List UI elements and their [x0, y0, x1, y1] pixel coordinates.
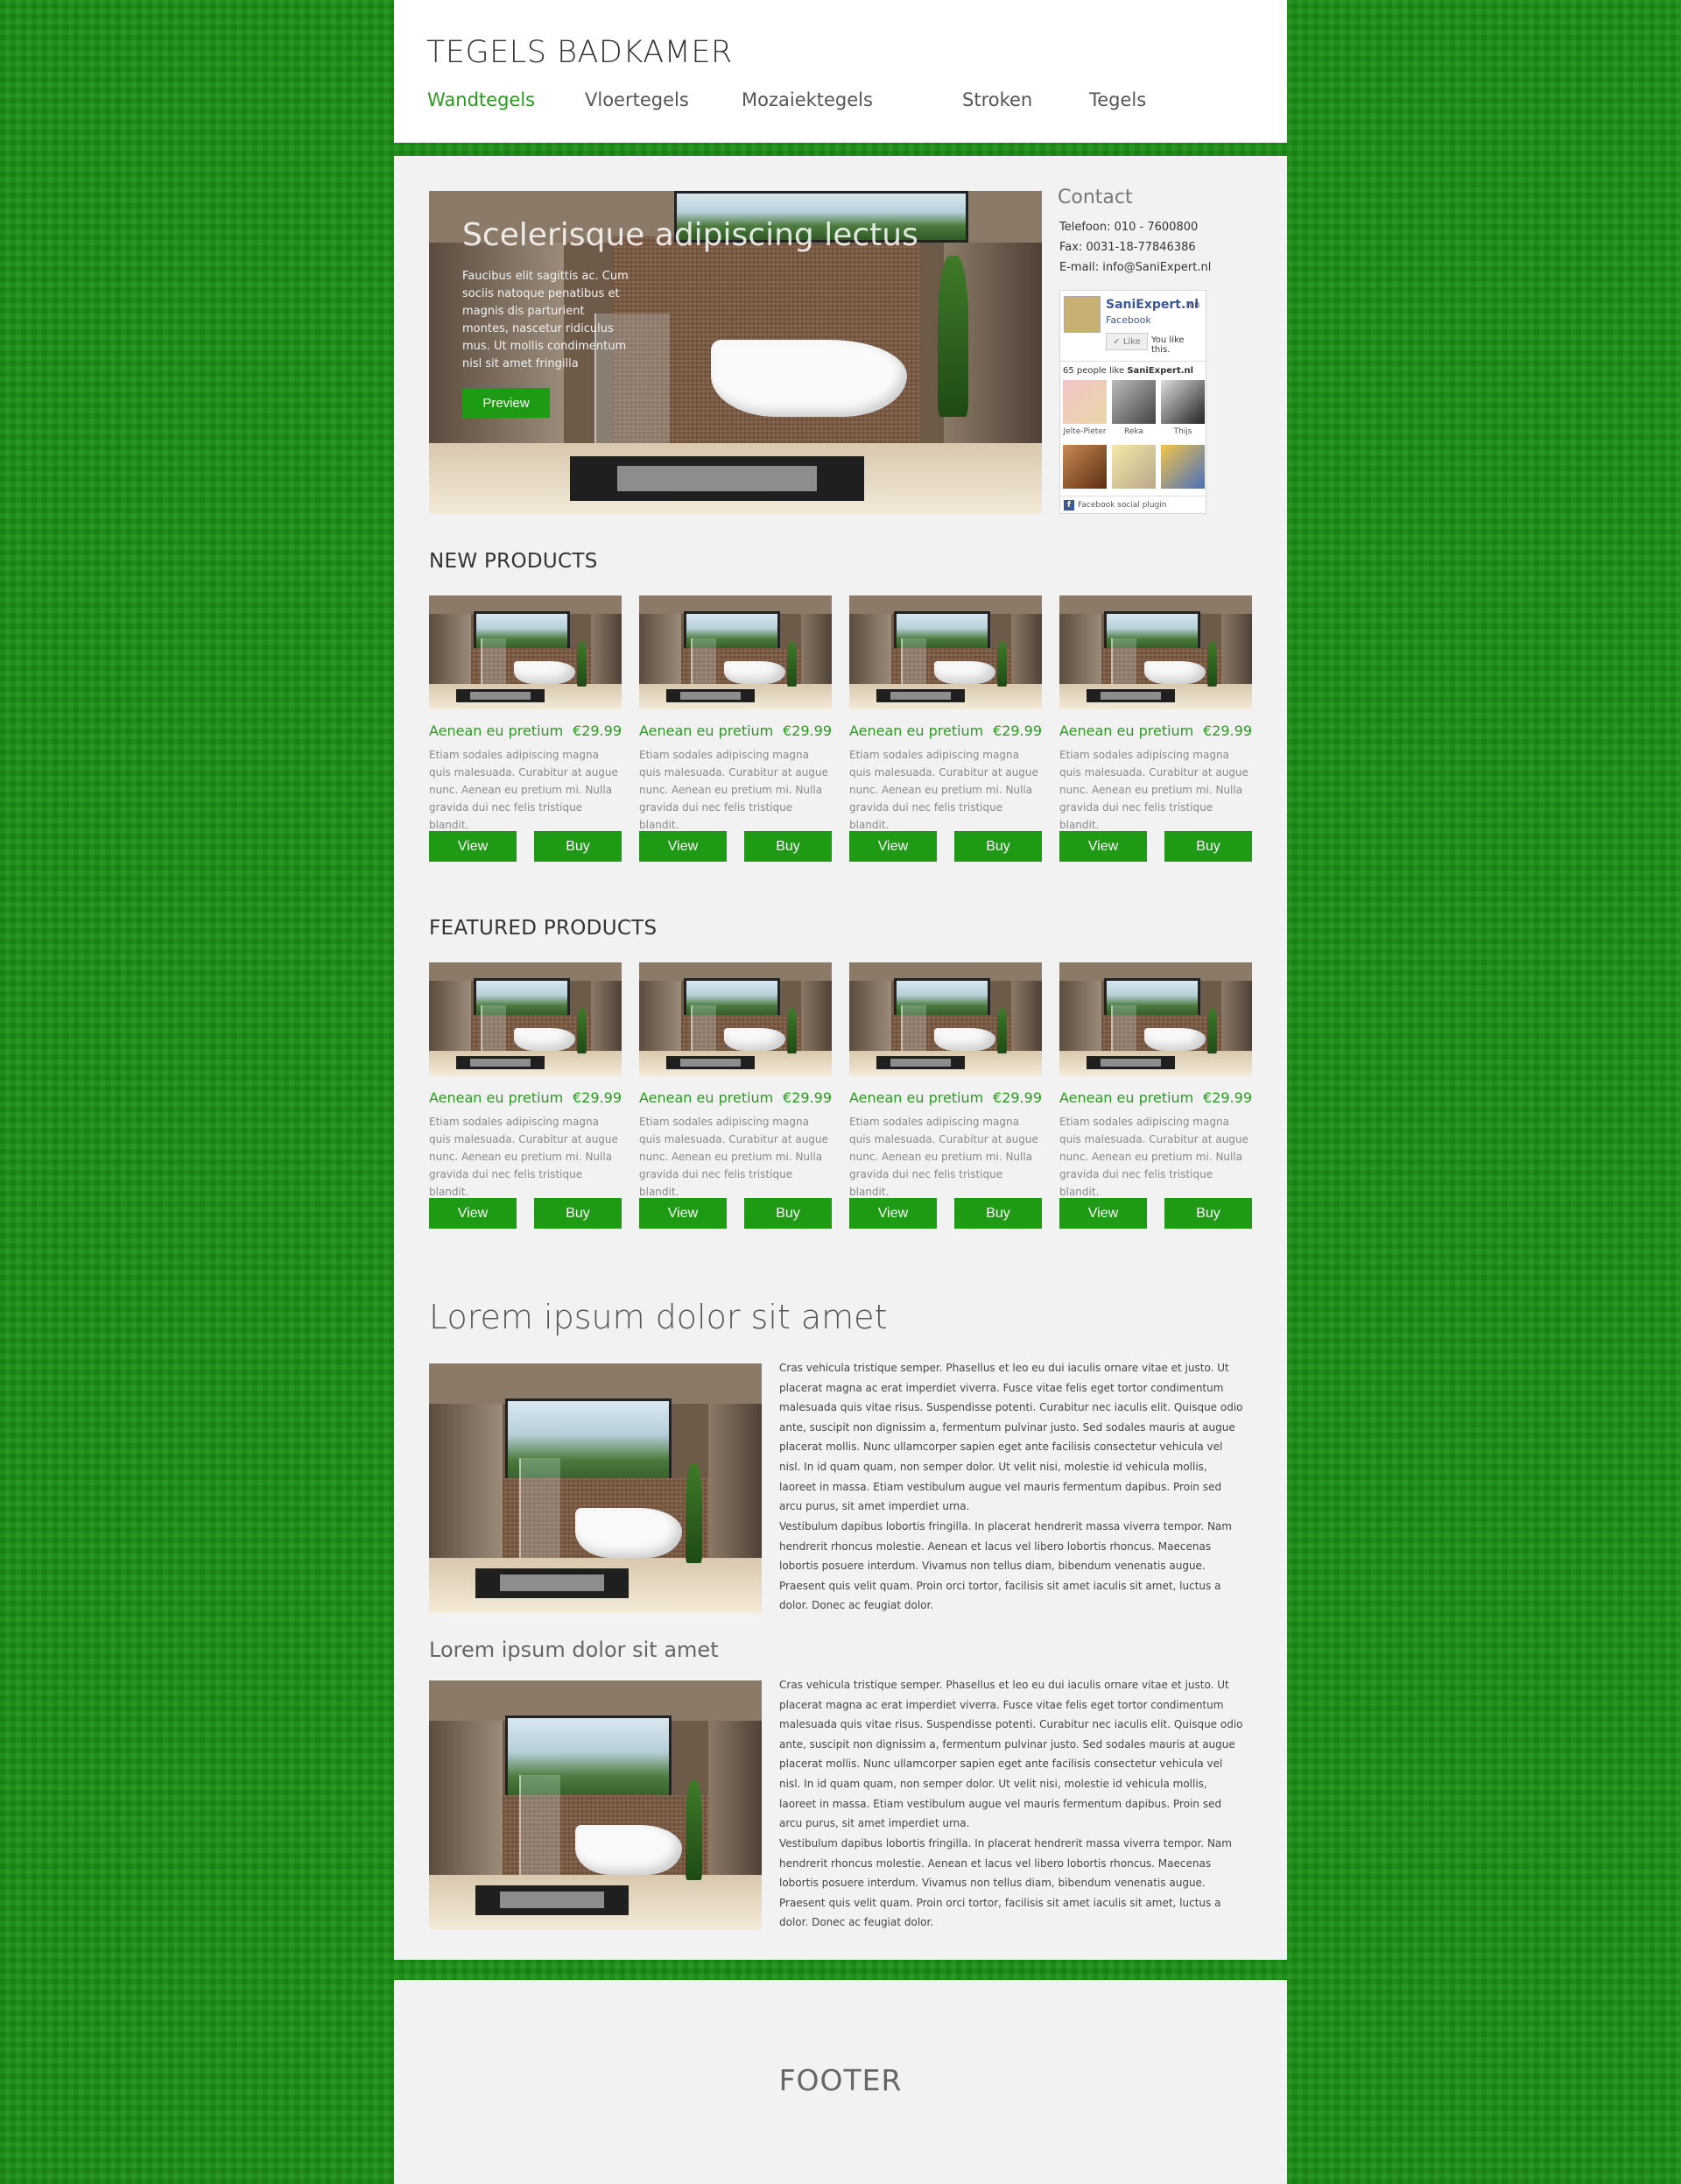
- new-products-title: NEW PRODUCTS: [429, 550, 598, 573]
- product-description: Etiam sodales adipiscing magna quis male…: [849, 749, 1038, 831]
- buy-button[interactable]: Buy: [1164, 831, 1252, 862]
- product-name[interactable]: Aenean eu pretium: [429, 1089, 563, 1106]
- article-paragraph: Vestibulum dapibus lobortis fringilla. I…: [779, 1520, 1232, 1612]
- fan-avatar[interactable]: [1112, 445, 1156, 489]
- fan-avatar[interactable]: [1063, 380, 1107, 424]
- nav-item-vloertegels[interactable]: Vloertegels: [585, 89, 689, 110]
- fb-like-label: Like: [1122, 336, 1141, 347]
- buy-button[interactable]: Buy: [1164, 1198, 1252, 1229]
- contact-phone: Telefoon: 010 - 7600800: [1059, 221, 1199, 234]
- view-button[interactable]: View: [639, 1198, 727, 1229]
- buy-button[interactable]: Buy: [954, 831, 1042, 862]
- product-price: €29.99: [1203, 722, 1252, 739]
- product-price: €29.99: [573, 1089, 622, 1106]
- product-name[interactable]: Aenean eu pretium: [849, 1089, 983, 1106]
- product-description: Etiam sodales adipiscing magna quis male…: [429, 1116, 618, 1198]
- view-button[interactable]: View: [1059, 1198, 1147, 1229]
- product-price: €29.99: [573, 722, 622, 739]
- site-footer: FOOTER: [394, 1980, 1287, 2184]
- hero-title: Scelerisque adipiscing lectus: [462, 217, 918, 253]
- article-image: [429, 1680, 762, 1930]
- contact-title: Contact: [1058, 187, 1133, 208]
- product-price: €29.99: [1203, 1089, 1252, 1106]
- product-name[interactable]: Aenean eu pretium: [639, 722, 773, 739]
- product-name[interactable]: Aenean eu pretium: [429, 722, 563, 739]
- view-button[interactable]: View: [849, 1198, 937, 1229]
- article-title: Lorem ipsum dolor sit amet: [429, 1298, 888, 1336]
- product-name[interactable]: Aenean eu pretium: [1059, 722, 1193, 739]
- product-price: €29.99: [783, 1089, 832, 1106]
- product-description: Etiam sodales adipiscing magna quis male…: [849, 1116, 1038, 1198]
- facebook-icon: f: [1064, 499, 1074, 511]
- view-button[interactable]: View: [849, 831, 937, 862]
- site-title[interactable]: TEGELS BADKAMER: [426, 35, 733, 70]
- contact-fax: Fax: 0031-18-77846386: [1059, 241, 1196, 254]
- product-description: Etiam sodales adipiscing magna quis male…: [1059, 1116, 1248, 1198]
- featured-products-title: FEATURED PRODUCTS: [429, 917, 658, 940]
- buy-button[interactable]: Buy: [744, 831, 832, 862]
- buy-button[interactable]: Buy: [744, 1198, 832, 1229]
- contact-email[interactable]: E-mail: info@SaniExpert.nl: [1059, 261, 1211, 274]
- footer-label: FOOTER: [778, 2063, 903, 2097]
- article-subtitle: Lorem ipsum dolor sit amet: [429, 1638, 719, 1662]
- fan-avatar[interactable]: [1161, 445, 1205, 489]
- nav-item-tegels[interactable]: Tegels: [1089, 89, 1146, 110]
- article-image: [429, 1363, 762, 1613]
- article-paragraph: Vestibulum dapibus lobortis fringilla. I…: [779, 1837, 1232, 1929]
- fb-like-count: 65 people like SaniExpert.nl: [1063, 366, 1193, 376]
- buy-button[interactable]: Buy: [534, 831, 622, 862]
- view-button[interactable]: View: [1059, 831, 1147, 862]
- view-button[interactable]: View: [429, 831, 517, 862]
- product-image[interactable]: [429, 962, 622, 1076]
- fb-you-like: You like this.: [1151, 335, 1185, 355]
- product-image[interactable]: [849, 595, 1042, 709]
- fb-like-button[interactable]: ✓ Like: [1106, 333, 1148, 350]
- buy-button[interactable]: Buy: [534, 1198, 622, 1229]
- product-description: Etiam sodales adipiscing magna quis male…: [639, 749, 828, 831]
- product-description: Etiam sodales adipiscing magna quis male…: [1059, 749, 1248, 831]
- fan-avatar[interactable]: [1063, 445, 1107, 489]
- saniexpert-logo: [1064, 296, 1101, 333]
- fan-name[interactable]: Reka: [1110, 427, 1157, 436]
- fb-page-name[interactable]: SaniExpert.nl: [1106, 298, 1199, 312]
- divider: [1060, 361, 1206, 362]
- product-image[interactable]: [1059, 595, 1252, 709]
- thumbs-up-icon: ✓: [1113, 336, 1123, 347]
- fb-network-link[interactable]: Facebook: [1106, 314, 1151, 326]
- fan-name[interactable]: Jelte-Pieter: [1061, 427, 1108, 436]
- preview-button[interactable]: Preview: [462, 388, 550, 418]
- product-image[interactable]: [639, 595, 832, 709]
- fan-avatar[interactable]: [1112, 380, 1156, 424]
- product-price: €29.99: [783, 722, 832, 739]
- site-header: [394, 0, 1287, 143]
- product-name[interactable]: Aenean eu pretium: [1059, 1089, 1193, 1106]
- nav-item-wandtegels[interactable]: Wandtegels: [427, 89, 535, 110]
- view-button[interactable]: View: [639, 831, 727, 862]
- nav-item-stroken[interactable]: Stroken: [962, 89, 1032, 110]
- nav-item-mozaiektegels[interactable]: Mozaiektegels: [742, 89, 873, 110]
- view-button[interactable]: View: [429, 1198, 517, 1229]
- product-name[interactable]: Aenean eu pretium: [639, 1089, 773, 1106]
- product-name[interactable]: Aenean eu pretium: [849, 722, 983, 739]
- buy-button[interactable]: Buy: [954, 1198, 1042, 1229]
- product-image[interactable]: [429, 595, 622, 709]
- fb-count-name[interactable]: SaniExpert.nl: [1127, 366, 1193, 376]
- product-image[interactable]: [849, 962, 1042, 1076]
- article-paragraph: Cras vehicula tristique semper. Phasellu…: [779, 1362, 1243, 1513]
- fan-avatar[interactable]: [1161, 380, 1205, 424]
- fb-plugin-footer[interactable]: f Facebook social plugin: [1060, 496, 1206, 513]
- fb-on-label: on: [1189, 300, 1200, 310]
- product-description: Etiam sodales adipiscing magna quis male…: [429, 749, 618, 831]
- product-price: €29.99: [993, 722, 1042, 739]
- product-image[interactable]: [639, 962, 832, 1076]
- fb-plugin-label: Facebook social plugin: [1078, 500, 1167, 510]
- article-paragraph: Cras vehicula tristique semper. Phasellu…: [779, 1679, 1243, 1830]
- fan-name[interactable]: Thijs: [1159, 427, 1206, 436]
- fb-count-prefix: 65 people like: [1063, 366, 1128, 376]
- product-image[interactable]: [1059, 962, 1252, 1076]
- product-description: Etiam sodales adipiscing magna quis male…: [639, 1116, 828, 1198]
- facebook-like-box: SaniExpert.nl on Facebook ✓ Like You lik…: [1059, 290, 1206, 514]
- hero-text: Faucibus elit sagittis ac. Cum sociis na…: [462, 270, 629, 370]
- product-price: €29.99: [993, 1089, 1042, 1106]
